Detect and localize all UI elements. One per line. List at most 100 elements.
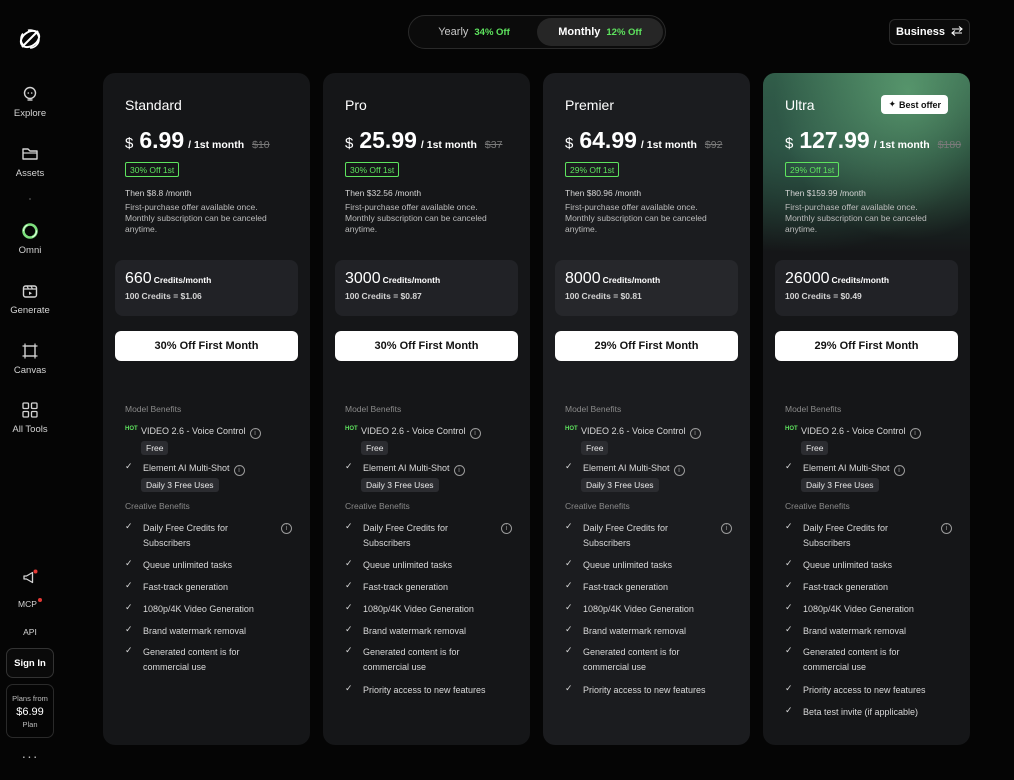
- sparkle-icon: ✦: [888, 99, 896, 109]
- price-row: $ 127.99 / 1st month $180: [785, 127, 961, 154]
- info-icon[interactable]: i: [453, 465, 465, 476]
- info-icon[interactable]: i: [249, 428, 261, 439]
- credit-rate: 100 Credits = $1.06: [125, 291, 202, 301]
- sidebar-divider: [29, 198, 31, 200]
- credits-box: 3000 Credits/month 100 Credits = $0.87: [335, 260, 518, 316]
- price-row: $ 25.99 / 1st month $37: [345, 127, 502, 154]
- check-icon: ✓: [125, 645, 133, 655]
- feature-label: Daily Free Credits for Subscribers: [143, 523, 229, 548]
- info-icon[interactable]: i: [721, 523, 732, 534]
- plan-name: Standard: [125, 97, 182, 113]
- plans-from-label: Plans from: [12, 693, 48, 703]
- info-icon[interactable]: i: [469, 428, 481, 439]
- feature-label: Generated content is for commercial use: [143, 647, 240, 672]
- feature-queue: ✓ Queue unlimited tasks: [565, 558, 740, 573]
- check-icon: ✓: [785, 558, 793, 568]
- sidebar-item-omni[interactable]: Omni: [0, 221, 60, 256]
- sidebar-item-all-tools[interactable]: All Tools: [0, 400, 60, 435]
- section-creative-benefits: Creative Benefits: [345, 501, 410, 511]
- more-menu-button[interactable]: ···: [0, 748, 60, 764]
- sidebar-item-label: Canvas: [13, 365, 47, 376]
- feature-commercial: ✓ Generated content is for commercial use: [565, 645, 740, 675]
- check-icon: ✓: [345, 645, 353, 655]
- credits-amount: 660: [125, 270, 152, 287]
- api-link[interactable]: API: [0, 627, 60, 637]
- info-icon[interactable]: i: [893, 465, 905, 476]
- logo-icon[interactable]: [17, 26, 43, 52]
- price-row: $ 64.99 / 1st month $92: [565, 127, 722, 154]
- best-offer-badge: ✦ Best offer: [881, 95, 948, 114]
- subscribe-button[interactable]: 29% Off First Month: [775, 331, 958, 361]
- plans-from-box[interactable]: Plans from $6.99 Plan: [6, 684, 54, 738]
- billing-option-monthly[interactable]: Monthly 12% Off: [537, 18, 663, 46]
- hot-label: HOT: [565, 426, 578, 432]
- business-switch-button[interactable]: Business: [889, 19, 970, 45]
- billing-option-yearly[interactable]: Yearly 34% Off: [411, 18, 537, 46]
- sidebar-item-assets[interactable]: Assets: [0, 144, 60, 179]
- feature-label: 1080p/4K Video Generation: [363, 604, 474, 614]
- renewal-price: Then $159.99 /month: [785, 188, 866, 198]
- free-tag: Free: [581, 441, 609, 455]
- plans-from-price: $6.99: [16, 705, 44, 718]
- feature-watermark: ✓ Brand watermark removal: [785, 624, 960, 639]
- price-amount: 127.99: [799, 127, 870, 153]
- feature-watermark: ✓ Brand watermark removal: [125, 624, 300, 639]
- check-icon: ✓: [565, 602, 573, 612]
- info-icon[interactable]: i: [689, 428, 701, 439]
- sidebar-item-label: All Tools: [12, 424, 48, 435]
- feature-label: Brand watermark removal: [363, 626, 467, 636]
- check-icon: ✓: [125, 602, 133, 612]
- subscribe-button[interactable]: 30% Off First Month: [335, 331, 518, 361]
- daily-uses-tag: Daily 3 Free Uses: [141, 478, 219, 492]
- feature-video-generation: ✓ 1080p/4K Video Generation: [565, 602, 740, 617]
- free-tag: Free: [141, 441, 169, 455]
- check-icon: ✓: [345, 624, 353, 634]
- sidebar-item-explore[interactable]: Explore: [0, 84, 60, 119]
- info-icon[interactable]: i: [941, 523, 952, 534]
- credit-rate: 100 Credits = $0.49: [785, 291, 862, 301]
- info-icon[interactable]: i: [501, 523, 512, 534]
- check-icon: ✓: [565, 645, 573, 655]
- info-icon[interactable]: i: [281, 523, 292, 534]
- subscribe-button[interactable]: 29% Off First Month: [555, 331, 738, 361]
- renewal-price: Then $32.56 /month: [345, 188, 422, 198]
- currency-symbol: $: [565, 135, 574, 152]
- section-model-benefits: Model Benefits: [785, 404, 842, 414]
- check-icon: ✓: [565, 558, 573, 568]
- daily-uses-tag: Daily 3 Free Uses: [581, 478, 659, 492]
- credit-rate: 100 Credits = $0.87: [345, 291, 422, 301]
- feature-label: Daily Free Credits for Subscribers: [583, 523, 669, 548]
- credits-unit: Credits/month: [602, 275, 661, 285]
- sidebar-item-canvas[interactable]: Canvas: [0, 341, 60, 376]
- feature-fasttrack: ✓ Fast-track generation: [785, 580, 960, 595]
- section-creative-benefits: Creative Benefits: [565, 501, 630, 511]
- announcement-button[interactable]: [0, 567, 60, 587]
- check-icon: ✓: [785, 645, 793, 655]
- check-icon: ✓: [345, 558, 353, 568]
- feature-element: ✓ Element AI Multi-Shot i: [785, 461, 960, 476]
- feature-label: VIDEO 2.6 - Voice Control: [141, 426, 246, 436]
- info-icon[interactable]: i: [673, 465, 685, 476]
- feature-queue: ✓ Queue unlimited tasks: [345, 558, 520, 573]
- feature-video: HOT VIDEO 2.6 - Voice Control i: [565, 424, 740, 439]
- info-icon[interactable]: i: [909, 428, 921, 439]
- offer-note: First-purchase offer available once. Mon…: [345, 202, 487, 234]
- check-icon: ✓: [785, 580, 793, 590]
- currency-symbol: $: [785, 135, 794, 152]
- feature-video-generation: ✓ 1080p/4K Video Generation: [125, 602, 300, 617]
- feature-video-generation: ✓ 1080p/4K Video Generation: [785, 602, 960, 617]
- mcp-link[interactable]: MCP: [0, 598, 60, 609]
- feature-label: Generated content is for commercial use: [363, 647, 460, 672]
- sidebar-item-generate[interactable]: Generate: [0, 281, 60, 316]
- credits-unit: Credits/month: [382, 275, 441, 285]
- info-icon[interactable]: i: [233, 465, 245, 476]
- yearly-discount: 34% Off: [474, 26, 510, 38]
- credits-amount: 3000: [345, 270, 381, 287]
- feature-watermark: ✓ Brand watermark removal: [345, 624, 520, 639]
- sign-in-button[interactable]: Sign In: [6, 648, 54, 678]
- credits-amount: 26000: [785, 270, 830, 287]
- check-icon: ✓: [345, 580, 353, 590]
- offer-note: First-purchase offer available once. Mon…: [565, 202, 707, 234]
- subscribe-button[interactable]: 30% Off First Month: [115, 331, 298, 361]
- check-icon: ✓: [565, 461, 573, 471]
